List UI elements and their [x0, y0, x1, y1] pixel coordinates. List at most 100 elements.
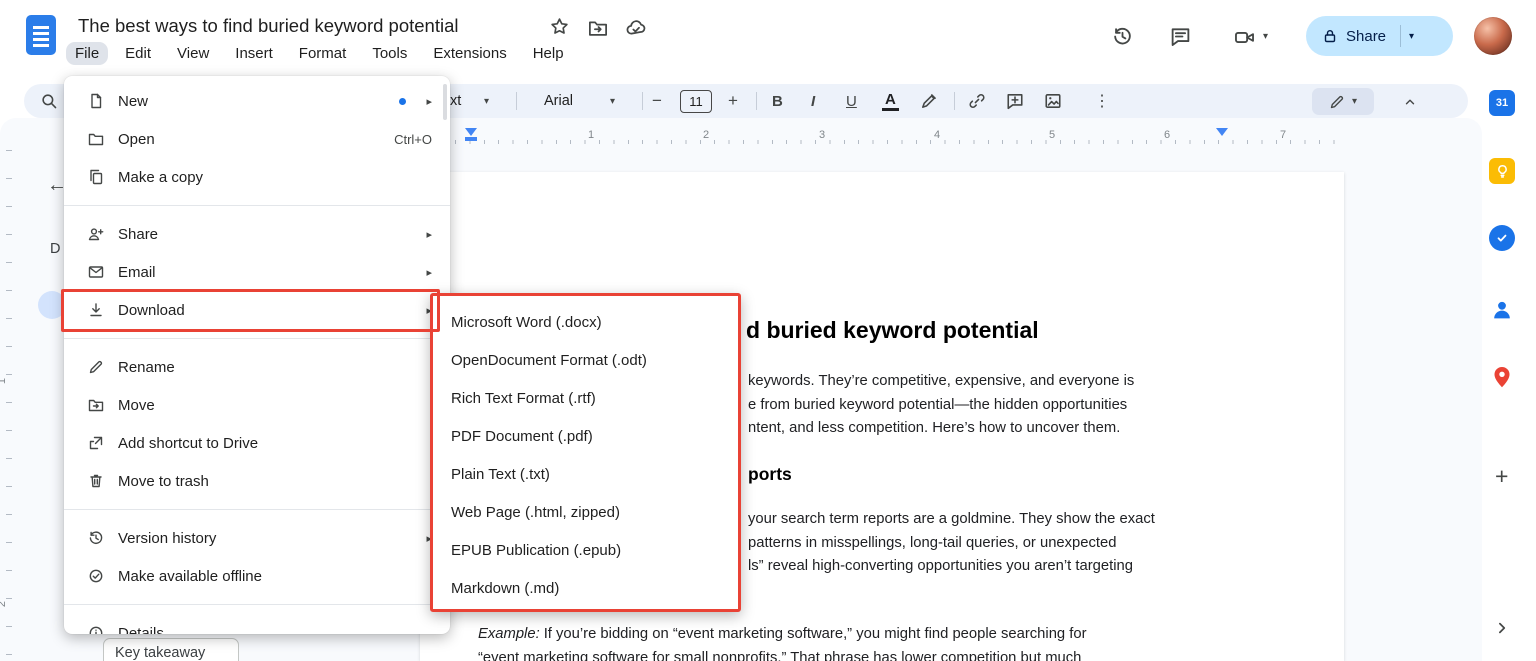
- menu-item-share[interactable]: Share ▸: [64, 215, 450, 253]
- menu-item-move[interactable]: Move: [64, 386, 450, 424]
- menu-item-label: Move to trash: [118, 472, 209, 490]
- submenu-item-html[interactable]: Web Page (.html, zipped): [433, 493, 738, 531]
- bold-button[interactable]: B: [772, 93, 783, 110]
- menu-item-add-shortcut-to-drive[interactable]: Add shortcut to Drive: [64, 424, 450, 462]
- tasks-icon[interactable]: [1489, 225, 1515, 251]
- download-icon: [88, 302, 104, 318]
- share-button[interactable]: Share ▾: [1306, 16, 1453, 56]
- outline-item-fragment[interactable]: D: [50, 241, 60, 257]
- maps-icon[interactable]: [1489, 364, 1515, 390]
- folder-icon: [88, 131, 104, 147]
- toolbar-overflow-button[interactable]: ⋮: [1094, 91, 1110, 111]
- font-select[interactable]: Arial: [544, 93, 573, 109]
- menu-file[interactable]: File: [66, 42, 109, 65]
- text-color-button[interactable]: A: [885, 91, 896, 108]
- menu-extensions[interactable]: Extensions: [424, 42, 515, 65]
- menu-item-make-a-copy[interactable]: Make a copy: [64, 158, 450, 196]
- menu-item-email[interactable]: Email ▸: [64, 253, 450, 291]
- font-caret-icon[interactable]: ▾: [610, 96, 615, 107]
- star-icon[interactable]: [550, 17, 569, 36]
- menu-item-label: Make a copy: [118, 168, 204, 186]
- keep-icon[interactable]: [1489, 158, 1515, 184]
- outline-item-key-takeaway[interactable]: Key takeaway: [103, 638, 239, 661]
- submenu-item-pdf[interactable]: PDF Document (.pdf): [433, 417, 738, 455]
- move-folder-icon[interactable]: [588, 18, 608, 38]
- outline-active-pill[interactable]: [38, 291, 66, 319]
- increase-font-button[interactable]: +: [728, 91, 738, 111]
- menu-item-make-available-offline[interactable]: Make available offline: [64, 557, 450, 595]
- underline-button[interactable]: U: [846, 93, 857, 110]
- menu-item-rename[interactable]: Rename: [64, 348, 450, 386]
- calendar-icon[interactable]: 31: [1489, 90, 1515, 116]
- doc-subheading-fragment[interactable]: ports: [748, 464, 792, 485]
- submenu-item-md[interactable]: Markdown (.md): [433, 569, 738, 607]
- menu-item-details[interactable]: Details: [64, 614, 450, 634]
- lock-icon: [1322, 28, 1338, 44]
- menu-tools[interactable]: Tools: [363, 42, 416, 65]
- style-caret-icon[interactable]: ▾: [484, 96, 489, 107]
- contacts-icon[interactable]: [1489, 297, 1515, 323]
- submenu-item-rtf[interactable]: Rich Text Format (.rtf): [433, 379, 738, 417]
- menu-help[interactable]: Help: [524, 42, 573, 65]
- doc-line: ls” reveal high-converting opportunities…: [748, 558, 1133, 574]
- right-indent-marker[interactable]: [1216, 128, 1228, 136]
- insert-link-button[interactable]: [968, 92, 986, 110]
- doc-example-paragraph[interactable]: Example: If you’re bidding on “event mark…: [478, 623, 1087, 661]
- side-panel-expand-icon[interactable]: [1492, 618, 1512, 638]
- collapse-toolbar-button[interactable]: [1402, 94, 1418, 110]
- font-size-input[interactable]: 11: [680, 90, 712, 113]
- menu-view[interactable]: View: [168, 42, 218, 65]
- avatar[interactable]: [1474, 17, 1512, 55]
- submenu-item-odt[interactable]: OpenDocument Format (.odt): [433, 341, 738, 379]
- meet-caret-icon[interactable]: ▾: [1263, 31, 1268, 42]
- doc-paragraph[interactable]: your search term reports are a goldmine.…: [748, 508, 1155, 579]
- cloud-status-icon[interactable]: [626, 18, 646, 38]
- menu-insert[interactable]: Insert: [226, 42, 282, 65]
- menu-scrollbar-thumb[interactable]: [443, 84, 447, 120]
- download-submenu: Microsoft Word (.docx) OpenDocument Form…: [430, 293, 741, 612]
- menu-divider: [64, 338, 450, 339]
- left-margin-marker[interactable]: [465, 137, 477, 141]
- paragraph-style-select[interactable]: xt: [450, 93, 461, 109]
- italic-button[interactable]: I: [811, 93, 815, 110]
- left-indent-marker[interactable]: [465, 128, 477, 136]
- add-comment-button[interactable]: [1006, 92, 1024, 110]
- submenu-item-docx[interactable]: Microsoft Word (.docx): [433, 303, 738, 341]
- text-color-bar: [882, 108, 899, 111]
- doc-paragraph[interactable]: keywords. They’re competitive, expensive…: [748, 370, 1134, 441]
- insert-image-button[interactable]: [1044, 92, 1062, 110]
- person-add-icon: [88, 226, 104, 242]
- version-history-icon[interactable]: [1112, 26, 1133, 47]
- menu-format[interactable]: Format: [290, 42, 356, 65]
- add-addon-button[interactable]: +: [1495, 463, 1508, 490]
- doc-title[interactable]: The best ways to find buried keyword pot…: [78, 15, 459, 37]
- meet-camera-icon[interactable]: [1234, 27, 1255, 48]
- share-caret-icon[interactable]: ▾: [1409, 31, 1414, 42]
- decrease-font-button[interactable]: −: [652, 91, 662, 111]
- menu-item-download[interactable]: Download ▸: [64, 291, 450, 329]
- menu-item-move-to-trash[interactable]: Move to trash: [64, 462, 450, 500]
- toolbar-divider: [954, 92, 955, 110]
- menu-item-label: Open: [118, 130, 155, 148]
- google-docs-window: The best ways to find buried keyword pot…: [0, 0, 1536, 661]
- vertical-ruler: [6, 150, 12, 655]
- doc-line: keywords. They’re competitive, expensive…: [748, 373, 1135, 389]
- doc-line: “event marketing software for small nonp…: [478, 649, 1082, 661]
- menu-item-new[interactable]: New ▸: [64, 82, 450, 120]
- menubar: File Edit View Insert Format Tools Exten…: [66, 42, 573, 65]
- doc-heading-fragment[interactable]: d buried keyword potential: [746, 317, 1039, 344]
- menu-edit[interactable]: Edit: [116, 42, 160, 65]
- menu-item-version-history[interactable]: Version history ▸: [64, 519, 450, 557]
- editing-mode-button[interactable]: ▾: [1312, 88, 1374, 115]
- highlight-button[interactable]: [920, 92, 938, 110]
- toolbar-divider: [642, 92, 643, 110]
- share-divider: [1400, 25, 1402, 47]
- comments-icon[interactable]: [1170, 26, 1191, 47]
- submenu-item-txt[interactable]: Plain Text (.txt): [433, 455, 738, 493]
- search-icon[interactable]: [40, 92, 58, 110]
- docs-logo[interactable]: [26, 15, 56, 55]
- submenu-item-epub[interactable]: EPUB Publication (.epub): [433, 531, 738, 569]
- menu-divider: [64, 205, 450, 206]
- menu-item-label: Make available offline: [118, 567, 262, 585]
- menu-item-open[interactable]: Open Ctrl+O: [64, 120, 450, 158]
